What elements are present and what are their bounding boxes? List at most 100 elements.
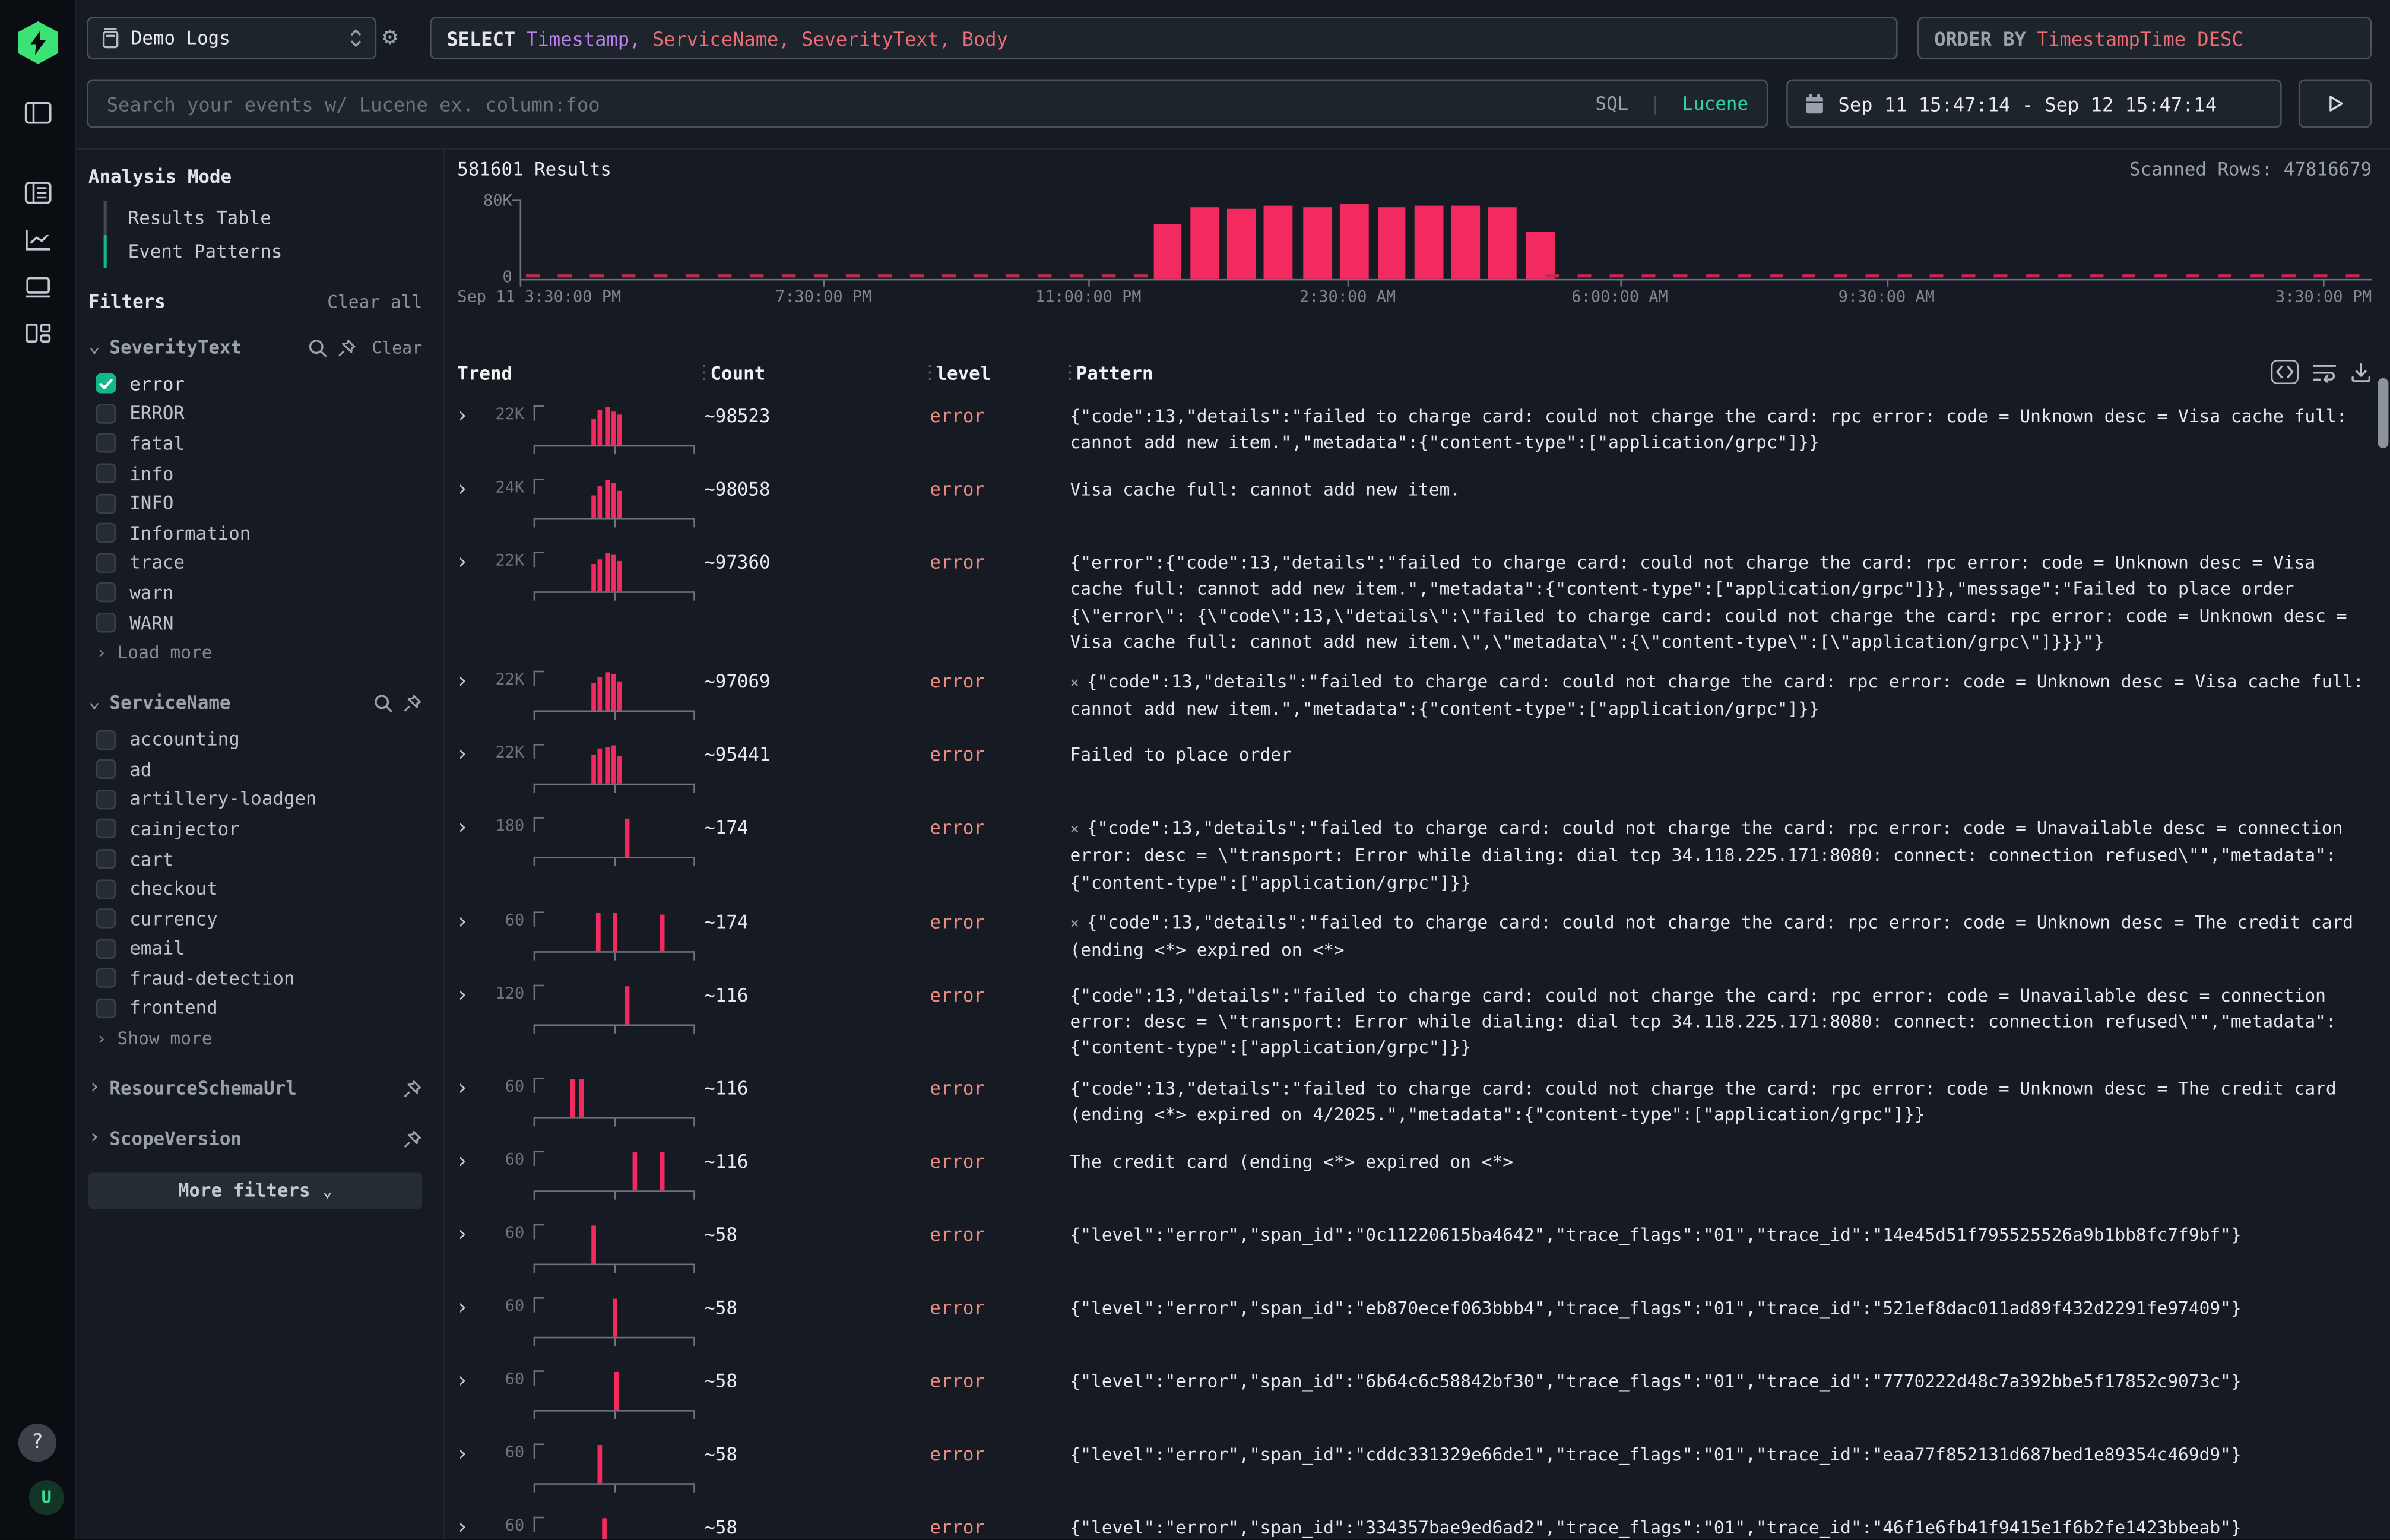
checkbox-unchecked[interactable] bbox=[96, 404, 116, 423]
filter-option-checkout[interactable]: checkout bbox=[88, 874, 422, 904]
table-row[interactable]: ›60~174error×{"code":13,"details":"faile… bbox=[445, 902, 2390, 975]
row-pattern[interactable]: {"level":"error","span_id":"0c11220615ba… bbox=[1061, 1222, 2372, 1248]
select-query-input[interactable]: SELECT Timestamp, ServiceName, SeverityT… bbox=[430, 17, 1898, 59]
code-view-icon[interactable] bbox=[2271, 360, 2299, 384]
row-pattern[interactable]: ×{"code":13,"details":"failed to charge … bbox=[1061, 816, 2372, 896]
filter-option-email[interactable]: email bbox=[88, 934, 422, 964]
row-expander-chevron-icon[interactable]: › bbox=[451, 1368, 478, 1392]
row-expander-chevron-icon[interactable]: › bbox=[451, 742, 478, 766]
chevron-right-icon[interactable]: › bbox=[88, 1132, 100, 1147]
filter-option-warn[interactable]: WARN bbox=[88, 608, 422, 638]
checkbox-unchecked[interactable] bbox=[96, 909, 116, 929]
table-row[interactable]: ›22K~98523error{"code":13,"details":"fai… bbox=[445, 397, 2390, 470]
table-row[interactable]: ›180~174error×{"code":13,"details":"fail… bbox=[445, 808, 2390, 902]
chart-line-icon[interactable] bbox=[24, 229, 52, 252]
pin-icon[interactable] bbox=[337, 338, 356, 357]
filter-option-trace[interactable]: trace bbox=[88, 548, 422, 578]
checkbox-unchecked[interactable] bbox=[96, 819, 116, 839]
checkbox-unchecked[interactable] bbox=[96, 790, 116, 809]
filter-group-clear-button[interactable]: Clear bbox=[372, 338, 422, 357]
filter-option-fraud-detection[interactable]: fraud-detection bbox=[88, 964, 422, 993]
checkbox-unchecked[interactable] bbox=[96, 968, 116, 988]
table-scrollbar-thumb[interactable] bbox=[2378, 378, 2388, 448]
checkbox-unchecked[interactable] bbox=[96, 583, 116, 603]
row-expander-chevron-icon[interactable]: › bbox=[451, 404, 478, 428]
filter-option-currency[interactable]: currency bbox=[88, 904, 422, 933]
row-pattern[interactable]: {"error":{"code":13,"details":"failed to… bbox=[1061, 550, 2372, 655]
filter-option-cainjector[interactable]: cainjector bbox=[88, 814, 422, 844]
more-filters-button[interactable]: More filters ⌄ bbox=[88, 1173, 422, 1209]
filter-option-info[interactable]: info bbox=[88, 458, 422, 488]
lightning-logo-icon[interactable] bbox=[18, 21, 58, 64]
table-row[interactable]: ›60~58error{"level":"error","span_id":"0… bbox=[445, 1214, 2390, 1287]
order-by-input[interactable]: ORDER BY TimestampTime DESC bbox=[1917, 17, 2372, 59]
filter-option-information[interactable]: Information bbox=[88, 518, 422, 548]
filter-option-error[interactable]: error bbox=[88, 369, 422, 398]
chevron-right-icon[interactable]: › bbox=[88, 1081, 100, 1097]
row-expander-chevron-icon[interactable]: › bbox=[451, 816, 478, 840]
filter-option-error[interactable]: ERROR bbox=[88, 399, 422, 429]
results-histogram[interactable]: 80K 0 Sep 11 3:30:00 PM7:30:00 PM11:00:0… bbox=[445, 192, 2372, 314]
filter-option-frontend[interactable]: frontend bbox=[88, 993, 422, 1023]
panel-left-icon[interactable] bbox=[24, 100, 52, 125]
row-pattern[interactable]: ×{"code":13,"details":"failed to charge … bbox=[1061, 669, 2372, 723]
row-expander-chevron-icon[interactable]: › bbox=[451, 550, 478, 575]
filter-option-accounting[interactable]: accounting bbox=[88, 724, 422, 754]
checkbox-unchecked[interactable] bbox=[96, 553, 116, 573]
checkbox-unchecked[interactable] bbox=[96, 433, 116, 453]
filter-severitytext-more-button[interactable]: ›Load more bbox=[88, 638, 422, 668]
event-search-input[interactable]: Search your events w/ Lucene ex. column:… bbox=[87, 80, 1768, 128]
log-search-icon[interactable] bbox=[24, 182, 52, 205]
tab-results-table[interactable]: Results Table bbox=[104, 201, 423, 235]
row-pattern[interactable]: The credit card (ending <*> expired on <… bbox=[1061, 1149, 2372, 1175]
checkbox-unchecked[interactable] bbox=[96, 613, 116, 632]
row-pattern[interactable]: Failed to place order bbox=[1061, 742, 2372, 768]
table-row[interactable]: ›22K~97069error×{"code":13,"details":"fa… bbox=[445, 661, 2390, 734]
checkbox-unchecked[interactable] bbox=[96, 879, 116, 899]
checkbox-unchecked[interactable] bbox=[96, 999, 116, 1018]
col-count[interactable]: Count bbox=[711, 363, 766, 384]
wrap-text-icon[interactable] bbox=[2312, 362, 2337, 382]
filter-option-artillery-loadgen[interactable]: artillery-loadgen bbox=[88, 784, 422, 814]
download-icon[interactable] bbox=[2350, 362, 2372, 382]
help-button[interactable]: ? bbox=[18, 1424, 56, 1462]
checkbox-unchecked[interactable] bbox=[96, 939, 116, 958]
tab-event-patterns[interactable]: Event Patterns bbox=[104, 235, 423, 268]
filter-option-ad[interactable]: ad bbox=[88, 755, 422, 784]
screen-icon[interactable] bbox=[24, 276, 52, 299]
dashboard-icon[interactable] bbox=[24, 322, 52, 345]
table-row[interactable]: ›22K~95441errorFailed to place order bbox=[445, 735, 2390, 808]
row-pattern[interactable]: {"code":13,"details":"failed to charge c… bbox=[1061, 404, 2372, 457]
row-pattern[interactable]: {"level":"error","span_id":"334357bae9ed… bbox=[1061, 1514, 2372, 1539]
mode-sql[interactable]: SQL bbox=[1596, 93, 1629, 115]
chevron-down-icon[interactable]: ⌄ bbox=[88, 696, 100, 711]
checkbox-unchecked[interactable] bbox=[96, 464, 116, 483]
row-expander-chevron-icon[interactable]: › bbox=[451, 1075, 478, 1099]
search-icon[interactable] bbox=[373, 693, 393, 713]
checkbox-unchecked[interactable] bbox=[96, 523, 116, 543]
table-row[interactable]: ›60~58error{"level":"error","span_id":"c… bbox=[445, 1434, 2390, 1507]
filter-option-warn[interactable]: warn bbox=[88, 578, 422, 608]
row-expander-chevron-icon[interactable]: › bbox=[451, 1222, 478, 1246]
gear-icon[interactable]: ⚙ bbox=[382, 20, 397, 53]
row-expander-chevron-icon[interactable]: › bbox=[451, 910, 478, 934]
row-pattern[interactable]: {"level":"error","span_id":"6b64c6c58842… bbox=[1061, 1368, 2372, 1394]
search-icon[interactable] bbox=[308, 338, 327, 357]
checkbox-unchecked[interactable] bbox=[96, 493, 116, 513]
checkbox-unchecked[interactable] bbox=[96, 759, 116, 779]
filter-option-cart[interactable]: cart bbox=[88, 844, 422, 874]
row-pattern[interactable]: ×{"code":13,"details":"failed to charge … bbox=[1061, 910, 2372, 964]
pin-icon[interactable] bbox=[402, 693, 422, 713]
checkbox-unchecked[interactable] bbox=[96, 730, 116, 749]
col-level[interactable]: level bbox=[936, 363, 991, 384]
chevron-down-icon[interactable]: ⌄ bbox=[88, 340, 100, 356]
filter-option-info[interactable]: INFO bbox=[88, 489, 422, 518]
row-pattern[interactable]: {"level":"error","span_id":"cddc331329e6… bbox=[1061, 1441, 2372, 1468]
row-expander-chevron-icon[interactable]: › bbox=[451, 1295, 478, 1319]
checkbox-unchecked[interactable] bbox=[96, 849, 116, 869]
table-row[interactable]: ›60~58error{"level":"error","span_id":"6… bbox=[445, 1361, 2390, 1434]
clear-all-filters-button[interactable]: Clear all bbox=[327, 291, 422, 312]
row-expander-chevron-icon[interactable]: › bbox=[451, 477, 478, 502]
row-pattern[interactable]: Visa cache full: cannot add new item. bbox=[1061, 477, 2372, 503]
date-range-picker[interactable]: Sep 11 15:47:14 - Sep 12 15:47:14 bbox=[1786, 80, 2281, 128]
